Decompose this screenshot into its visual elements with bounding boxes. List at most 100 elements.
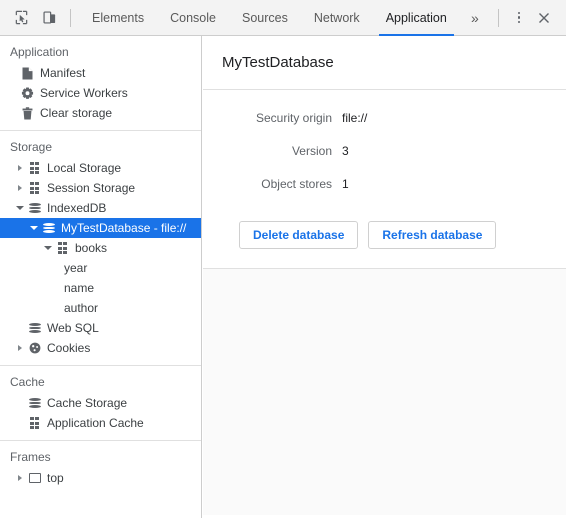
field-version-label: Version [291,144,332,158]
sidebar-item-session-storage-label: Session Storage [47,181,136,195]
sidebar-item-books[interactable]: books [0,238,201,258]
sidebar-item-mytestdatabase[interactable]: MyTestDatabase - file:// [0,218,201,238]
chevron-right-icon[interactable] [14,468,26,488]
database-detail-panel: MyTestDatabase Security origin file:// V… [203,36,566,518]
sidebar-item-cache-storage-label: Cache Storage [47,396,128,410]
gear-icon [19,87,36,100]
cookie-icon [26,342,43,354]
sidebar-item-name[interactable]: name [0,278,201,298]
sidebar-item-service-workers[interactable]: Service Workers [0,83,201,103]
toolbar-right-controls [498,6,566,30]
toolbar-divider-right [498,8,499,27]
sidebar-item-local-storage-label: Local Storage [47,161,122,175]
delete-database-button[interactable]: Delete database [239,221,359,249]
document-icon [19,67,36,80]
tab-application-label: Application [385,10,447,25]
sidebar-item-year-label: year [64,261,88,275]
three-dots-menu-icon[interactable] [507,6,531,30]
database-icon [26,322,43,334]
page-title: MyTestDatabase [222,54,334,71]
sidebar-section-application: Application Manifest Service Workers Cle… [0,36,201,131]
devtools-toolbar: Elements Console Sources Network Applica… [0,0,566,36]
refresh-database-button[interactable]: Refresh database [368,221,497,249]
panel-empty-area [203,269,566,515]
field-version-value: 3 [342,144,349,158]
sidebar-item-author-label: author [64,301,99,315]
devtools-window: Elements Console Sources Network Applica… [0,0,566,518]
application-sidebar[interactable]: Application Manifest Service Workers Cle… [0,36,202,518]
sidebar-item-manifest[interactable]: Manifest [0,63,201,83]
field-version: Version 3 [203,144,566,158]
sidebar-item-manifest-label: Manifest [40,66,86,80]
sidebar-item-web-sql[interactable]: Web SQL [0,318,201,338]
tab-sources[interactable]: Sources [229,0,301,36]
inspect-cursor-icon[interactable] [7,5,35,31]
sidebar-section-title-cache: Cache [10,375,45,389]
more-tabs-label: » [470,9,479,26]
sidebar-section-frames: Frames top [0,441,201,495]
sidebar-item-web-sql-label: Web SQL [47,321,99,335]
chevron-right-icon[interactable] [14,338,26,358]
sidebar-section-storage: Storage Local Storage Session Storage In… [0,131,201,366]
sidebar-item-application-cache[interactable]: Application Cache [0,413,201,433]
field-security-origin-value: file:// [342,111,368,125]
sidebar-item-year[interactable]: year [0,258,201,278]
sidebar-item-clear-storage[interactable]: Clear storage [0,103,201,123]
chevron-down-icon[interactable] [28,218,40,238]
sidebar-item-clear-storage-label: Clear storage [40,106,113,120]
field-security-origin: Security origin file:// [203,111,566,125]
tab-application[interactable]: Application [373,0,460,36]
sidebar-item-cache-storage[interactable]: Cache Storage [0,393,201,413]
toolbar-left-controls [0,5,79,31]
database-icon [26,202,43,214]
sidebar-item-top-frame[interactable]: top [0,468,201,488]
tab-elements[interactable]: Elements [79,0,157,36]
sidebar-item-service-workers-label: Service Workers [40,86,128,100]
sidebar-item-indexeddb[interactable]: IndexedDB [0,198,201,218]
sidebar-item-books-label: books [75,241,108,255]
chevron-right-icon[interactable] [14,158,26,178]
database-icon [26,397,43,409]
field-object-stores-label: Object stores [261,177,332,191]
sidebar-section-title-application: Application [10,45,69,59]
sidebar-item-name-label: name [64,281,95,295]
sidebar-item-local-storage[interactable]: Local Storage [0,158,201,178]
database-info-fields: Security origin file:// Version 3 Object… [203,90,566,191]
sidebar-item-cookies[interactable]: Cookies [0,338,201,358]
tab-sources-label: Sources [241,10,288,25]
sidebar-item-author[interactable]: author [0,298,201,318]
table-icon [54,242,71,254]
sidebar-item-cookies-label: Cookies [47,341,91,355]
table-icon [26,182,43,194]
database-icon [40,222,57,234]
sidebar-item-top-frame-label: top [47,471,64,485]
sidebar-item-indexeddb-label: IndexedDB [47,201,107,215]
sidebar-item-session-storage[interactable]: Session Storage [0,178,201,198]
tab-network-label: Network [313,10,360,25]
sidebar-item-application-cache-label: Application Cache [47,416,144,430]
chevron-right-icon[interactable] [14,178,26,198]
close-icon[interactable] [531,6,557,30]
chevron-down-icon[interactable] [14,198,26,218]
tab-console-label: Console [170,10,216,25]
table-icon [26,162,43,174]
trash-icon [19,106,36,120]
more-tabs-icon[interactable]: » [460,0,490,36]
sidebar-item-mytestdatabase-label: MyTestDatabase - file:// [61,221,187,235]
tab-network[interactable]: Network [301,0,373,36]
tab-elements-label: Elements [92,10,145,25]
table-icon [26,417,43,429]
field-object-stores-value: 1 [342,177,349,191]
tab-console[interactable]: Console [157,0,229,36]
sidebar-section-title-frames: Frames [10,450,51,464]
device-toolbar-icon[interactable] [35,5,63,31]
toolbar-divider [70,8,71,27]
panel-tabs: Elements Console Sources Network Applica… [79,0,490,36]
database-actions: Delete database Refresh database [203,210,566,249]
field-security-origin-label: Security origin [255,111,332,125]
sidebar-section-title-storage: Storage [10,140,53,154]
chevron-down-icon[interactable] [42,238,54,258]
sidebar-section-cache: Cache Cache Storage Application Cache [0,366,201,441]
field-object-stores: Object stores 1 [203,177,566,191]
frame-icon [26,473,43,483]
